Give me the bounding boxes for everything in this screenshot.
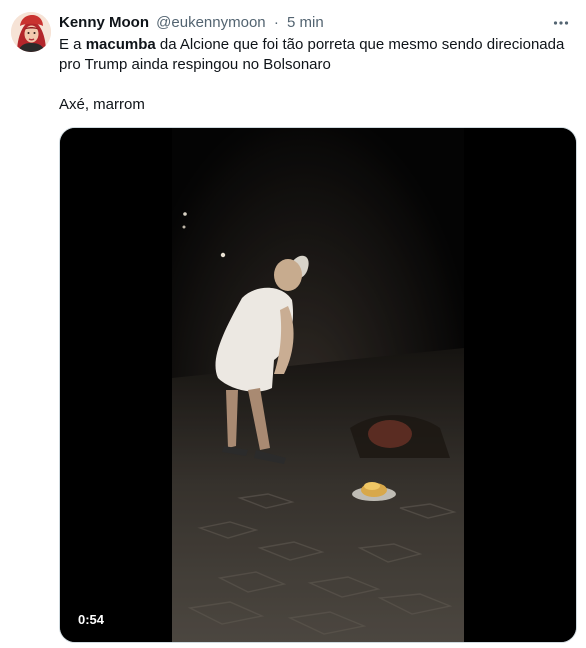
tweet[interactable]: Kenny Moon @eukennymoon · 5 min E a macu… bbox=[0, 0, 586, 648]
tweet-text-line-2: Axé, marrom bbox=[59, 96, 145, 113]
more-options-button[interactable] bbox=[550, 12, 572, 34]
tweet-text: E a macumba da Alcione que foi tão porre… bbox=[59, 35, 579, 115]
text-bold-segment: macumba bbox=[85, 36, 156, 53]
video-frame bbox=[60, 128, 576, 642]
author-handle[interactable]: @eukennymoon bbox=[156, 14, 265, 31]
avatar[interactable] bbox=[11, 12, 51, 52]
author-display-name[interactable]: Kenny Moon bbox=[59, 14, 149, 31]
more-dots-icon bbox=[553, 21, 569, 25]
avatar-image bbox=[11, 12, 51, 52]
separator-dot: · bbox=[273, 14, 279, 31]
video-duration-badge: 0:54 bbox=[73, 611, 110, 629]
tweet-header: Kenny Moon @eukennymoon · 5 min bbox=[59, 13, 324, 33]
text-segment: E a bbox=[59, 36, 86, 53]
tweet-text-line-1: E a macumba da Alcione que foi tão porre… bbox=[59, 35, 579, 75]
video-player[interactable]: 0:54 bbox=[59, 127, 577, 643]
tweet-timestamp[interactable]: 5 min bbox=[287, 14, 324, 31]
